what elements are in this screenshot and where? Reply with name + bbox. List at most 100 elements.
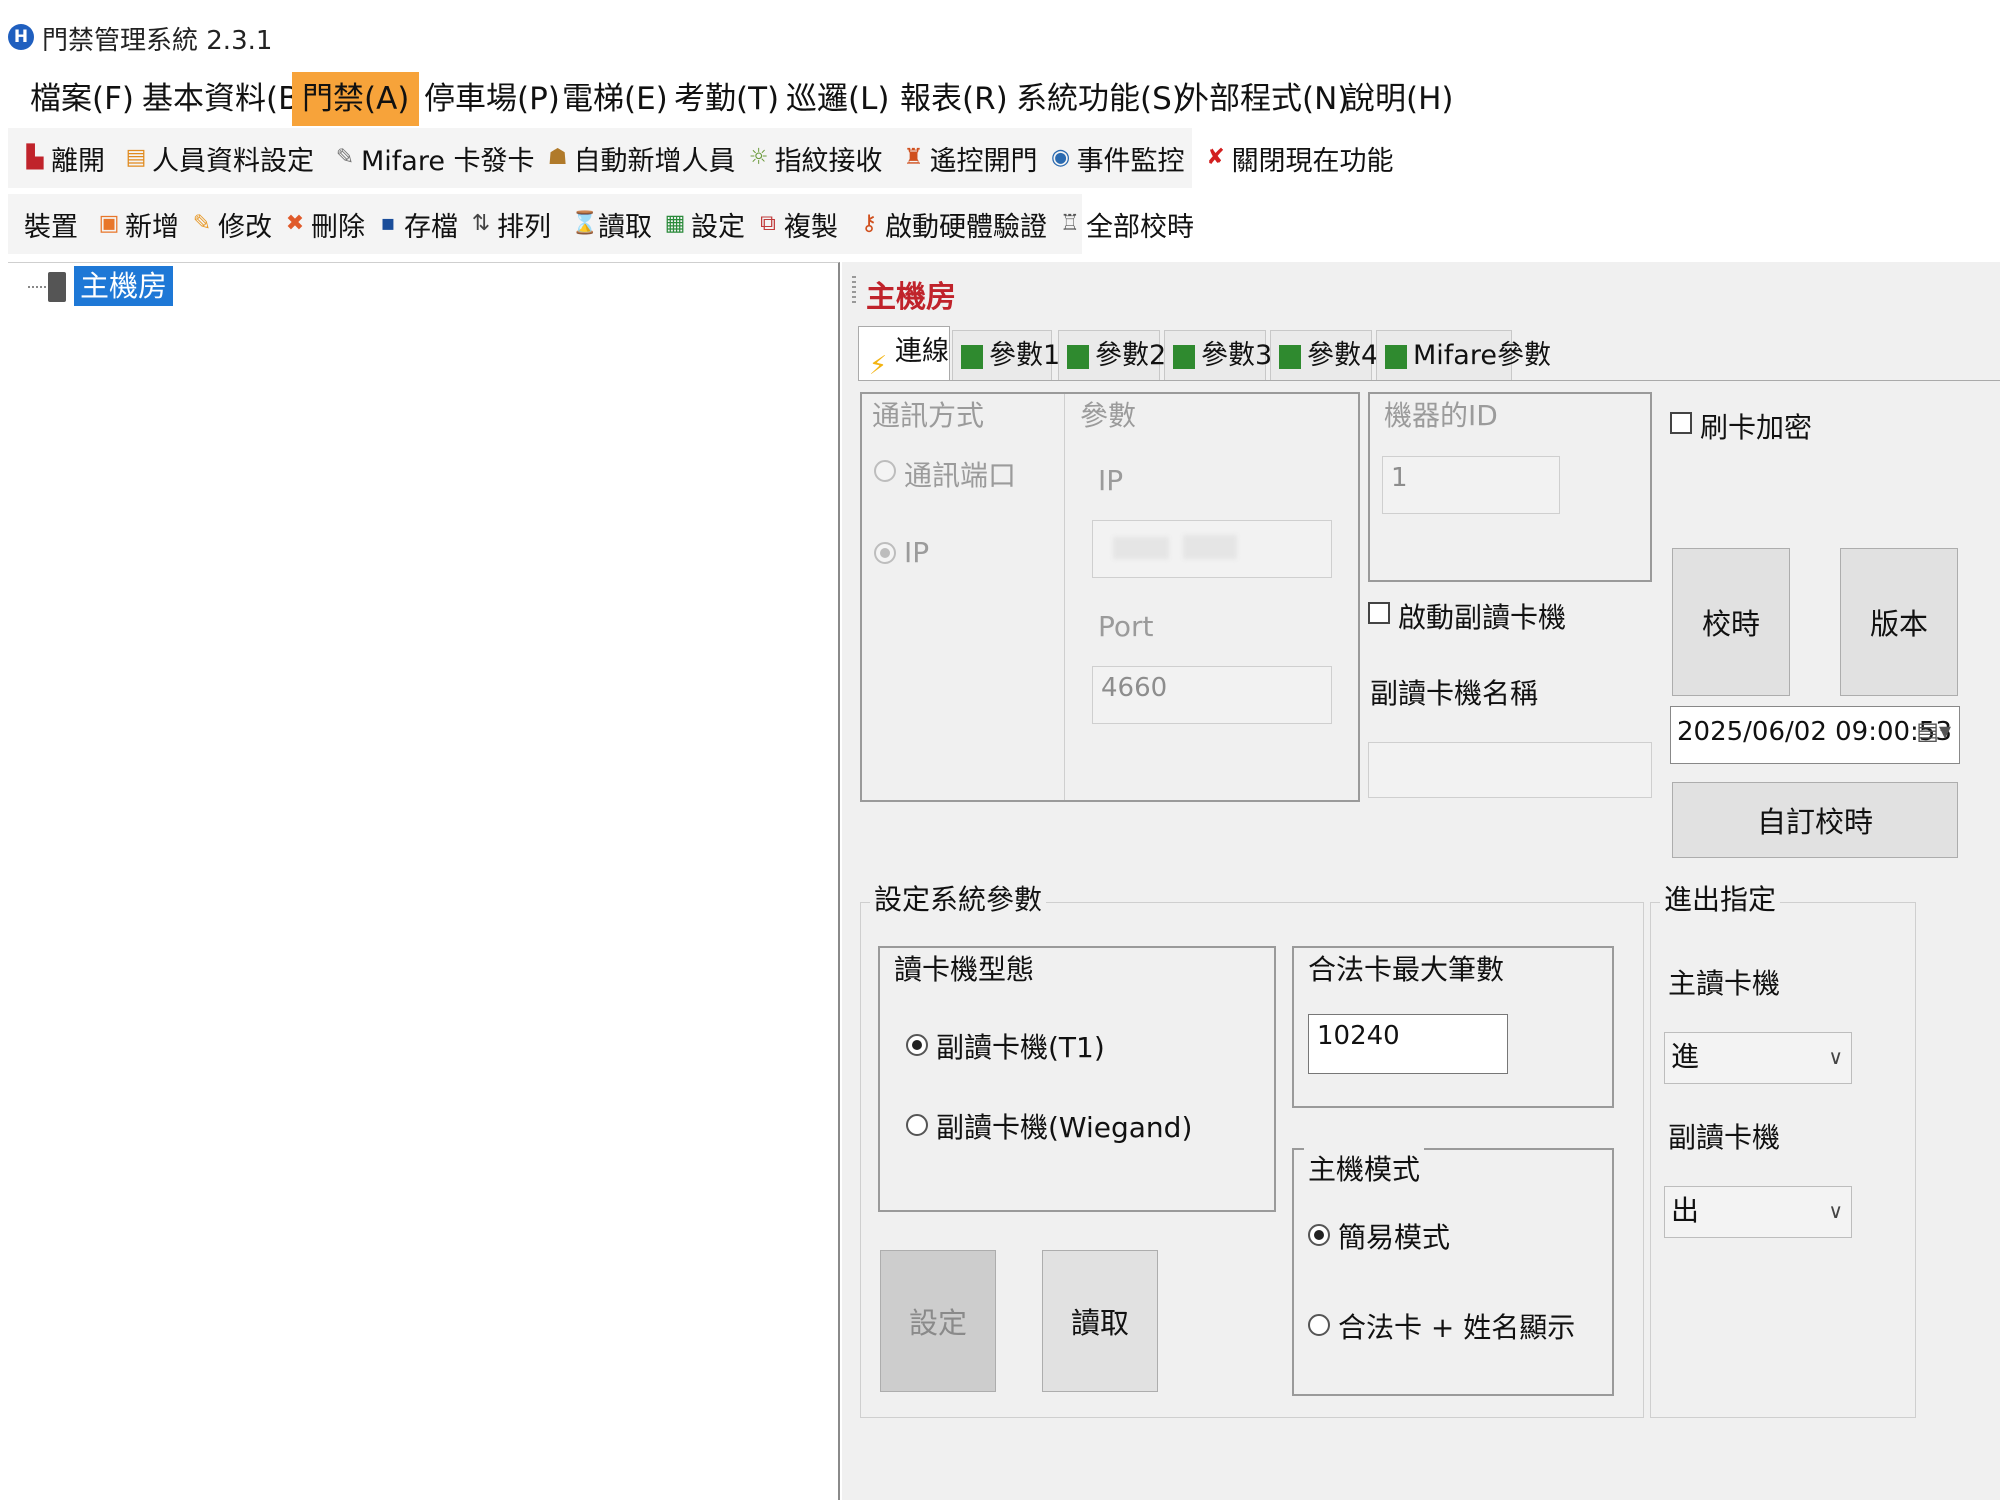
port-field[interactable]: 4660 [1092,666,1332,724]
copy-button[interactable]: ⧉ 複製 [751,200,844,248]
add-button[interactable]: ▣ 新增 [92,200,185,248]
mode-simple-radio[interactable] [1308,1224,1330,1246]
chevron-down-icon: ∨ [1828,1199,1843,1223]
menu-reports[interactable]: 報表(R) [890,72,1018,126]
event-monitor-button[interactable]: ◉ 事件監控 [1044,134,1191,182]
delete-icon: ✖ [285,211,305,236]
auto-add-person-button[interactable]: ☗ 自動新增人員 [541,134,742,182]
device-label: 裝置 [24,211,78,243]
sort-icon: ⇅ [471,211,491,236]
group-divider [1064,394,1065,800]
param-icon [1067,344,1089,369]
panel-title: 主機房 [866,280,956,315]
reader-type-legend: 讀卡機型態 [890,948,1039,988]
fingerprint-icon: ☼ [748,145,769,170]
ip-radio[interactable] [874,542,896,564]
menu-file[interactable]: 檔案(F) [20,72,144,126]
fingerprint-receive-button[interactable]: ☼ 指紋接收 [742,134,889,182]
inout-legend: 進出指定 [1660,878,1781,918]
person-card-icon: ▤ [125,145,147,170]
param-icon [1173,344,1195,369]
reader-t1-radio[interactable] [906,1034,928,1056]
mode-card-name-label: 合法卡 + 姓名顯示 [1338,1311,1576,1344]
max-cards-field[interactable]: 10240 [1308,1014,1508,1074]
version-button[interactable]: 版本 [1840,548,1958,696]
exit-door-icon: ▙ [26,145,44,170]
param-icon [1279,344,1301,369]
comm-method-legend: 通訊方式 [868,394,989,434]
title-bar [0,0,2000,72]
tab-connection[interactable]: ⚡ 連線 [858,326,950,381]
menu-elevator[interactable]: 電梯(E) [552,72,678,126]
tab-param1[interactable]: 參數1 [952,330,1060,380]
menu-system[interactable]: 系統功能(S) [1006,72,1194,126]
tab-param3[interactable]: 參數3 [1164,330,1272,380]
copy-icon: ⧉ [760,211,776,236]
reader-t1-label: 副讀卡機(T1) [936,1031,1105,1064]
menu-attendance[interactable]: 考勤(T) [664,72,789,126]
remote-open-button[interactable]: ♜ 遙控開門 [897,134,1044,182]
system-params-legend: 設定系統參數 [870,878,1047,918]
param-legend: 參數 [1076,394,1141,434]
tab-param4[interactable]: 參數4 [1270,330,1378,380]
menu-access-control[interactable]: 門禁(A) [292,72,420,126]
menu-patrol[interactable]: 巡邏(L) [776,72,899,126]
tree-node-main-room[interactable]: 主機房 [74,266,174,306]
sub-reader-name-field[interactable] [1368,742,1652,798]
host-mode-legend: 主機模式 [1304,1148,1425,1188]
datetime-picker[interactable]: 2025/06/02 09:00:53 ▤▾ [1670,706,1960,764]
settings-button[interactable]: ▦ 設定 [658,200,751,248]
calendar-dropdown-icon[interactable]: ▤▾ [1916,717,1951,745]
personnel-settings-button[interactable]: ▤ 人員資料設定 [119,134,320,182]
ip-field[interactable] [1092,520,1332,578]
app-logo-icon: H [8,24,34,50]
sort-button[interactable]: ⇅ 排列 [464,200,557,248]
set-button[interactable]: 設定 [880,1250,996,1392]
reader-wiegand-radio[interactable] [906,1114,928,1136]
menu-bar: 檔案(F) 基本資料(B) 門禁(A) 停車場(P) 電梯(E) 考勤(T) 巡… [0,72,2000,126]
mifare-issue-button[interactable]: ✎ Mifare 卡發卡 [328,134,541,182]
save-button[interactable]: ▪ 存檔 [371,200,464,248]
machine-id-legend: 機器的ID [1380,394,1502,434]
device-tree-panel[interactable] [8,262,840,1500]
tab-param2[interactable]: 參數2 [1058,330,1166,380]
param-icon [1385,344,1407,369]
enable-sub-reader-checkbox[interactable] [1368,602,1390,624]
reader-wiegand-label: 副讀卡機(Wiegand) [936,1111,1193,1144]
custom-time-sync-button[interactable]: 自訂校時 [1672,782,1958,858]
add-icon: ▣ [98,211,120,236]
read-button[interactable]: ⌛ 讀取 [565,200,658,248]
menu-help[interactable]: 說明(H) [1334,72,1464,126]
sync-all-time-button[interactable]: ♖ 全部校時 [1053,200,1200,248]
close-function-button[interactable]: ✘ 關閉現在功能 [1199,134,1400,182]
sub-reader-label: 副讀卡機 [1668,1121,1781,1154]
device-toolbar: 裝置 ▣ 新增 ✎ 修改 ✖ 刪除 ▪ 存檔 ⇅ 排列 ⌛ 讀取 ▦ 設定 ⧉ 複製 ⚷ 啟動硬體… [8,194,1194,254]
card-encrypt-checkbox[interactable] [1670,412,1692,434]
sub-reader-select[interactable]: 出 ∨ [1664,1186,1852,1238]
tree-connector [28,286,46,288]
read-params-button[interactable]: 讀取 [1042,1250,1158,1392]
chevron-down-icon: ∨ [1828,1045,1843,1069]
unlock-icon: ♜ [903,145,924,170]
delete-button[interactable]: ✖ 刪除 [278,200,371,248]
exit-button[interactable]: ▙ 離開 [18,134,111,182]
ip-label: IP [1098,464,1124,497]
sub-reader-name-label: 副讀卡機名稱 [1370,677,1539,710]
comm-port-radio[interactable] [874,460,896,482]
sub-reader-value: 出 [1671,1194,1700,1227]
eye-icon: ◉ [1050,145,1071,170]
time-sync-button[interactable]: 校時 [1672,548,1790,696]
window-title: 門禁管理系統 2.3.1 [42,26,273,56]
menu-external[interactable]: 外部程式(N) [1168,72,1359,126]
max-cards-legend: 合法卡最大筆數 [1304,948,1509,988]
main-reader-label: 主讀卡機 [1668,967,1781,1000]
mode-card-name-radio[interactable] [1308,1314,1330,1336]
main-reader-select[interactable]: 進 ∨ [1664,1032,1852,1084]
clock-sync-icon: ♖ [1060,211,1080,236]
edit-icon: ✎ [192,211,212,236]
tab-mifare-param[interactable]: Mifare參數 [1376,330,1551,380]
machine-id-field[interactable]: 1 [1382,456,1560,514]
hardware-verify-button[interactable]: ⚷ 啟動硬體驗證 [852,200,1053,248]
menu-parking[interactable]: 停車場(P) [414,72,570,126]
edit-button[interactable]: ✎ 修改 [185,200,278,248]
